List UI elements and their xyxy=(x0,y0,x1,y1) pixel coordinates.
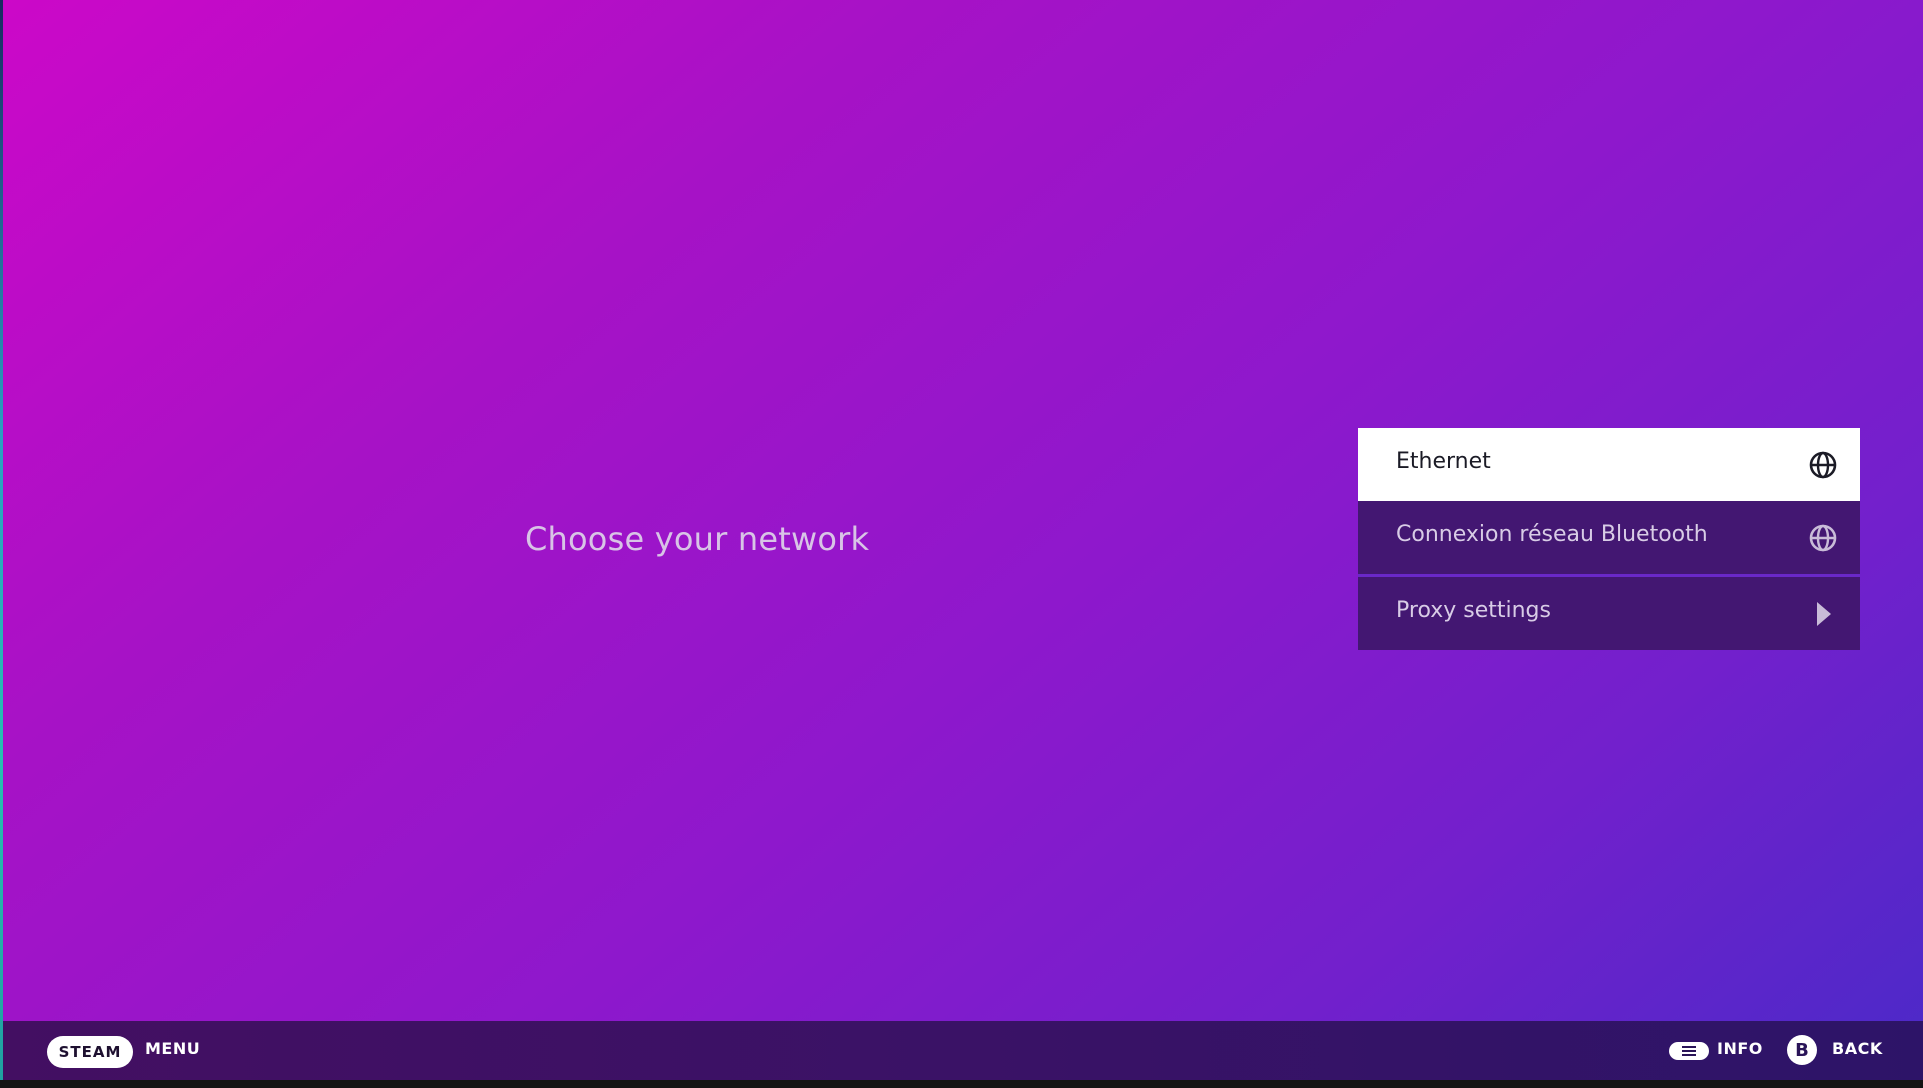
network-setup-screen: Choose your network Ethernet Connexion r… xyxy=(0,0,1923,1088)
network-item-ethernet[interactable]: Ethernet xyxy=(1358,428,1860,501)
footer-bar: STEAM MENU INFO B BACK xyxy=(3,1021,1923,1080)
menu-lines-icon[interactable] xyxy=(1669,1042,1709,1060)
network-list: Ethernet Connexion réseau Bluetooth Prox… xyxy=(1358,428,1860,650)
network-item-label: Ethernet xyxy=(1396,449,1491,474)
steam-button[interactable]: STEAM xyxy=(47,1036,133,1068)
proxy-settings-item[interactable]: Proxy settings xyxy=(1358,574,1860,650)
globe-icon xyxy=(1808,450,1838,480)
network-item-bluetooth[interactable]: Connexion réseau Bluetooth xyxy=(1358,501,1860,574)
page-title: Choose your network xyxy=(525,520,870,558)
chevron-right-icon xyxy=(1808,599,1838,629)
left-edge-strip xyxy=(0,0,3,1088)
info-hint-label: INFO xyxy=(1717,1039,1763,1058)
proxy-settings-label: Proxy settings xyxy=(1396,598,1551,623)
b-button-icon[interactable]: B xyxy=(1787,1035,1817,1065)
network-item-label: Connexion réseau Bluetooth xyxy=(1396,522,1708,547)
globe-icon xyxy=(1808,523,1838,553)
menu-hint-label: MENU xyxy=(145,1039,201,1058)
bottom-edge-strip xyxy=(0,1080,1923,1088)
back-hint-label: BACK xyxy=(1832,1039,1883,1058)
